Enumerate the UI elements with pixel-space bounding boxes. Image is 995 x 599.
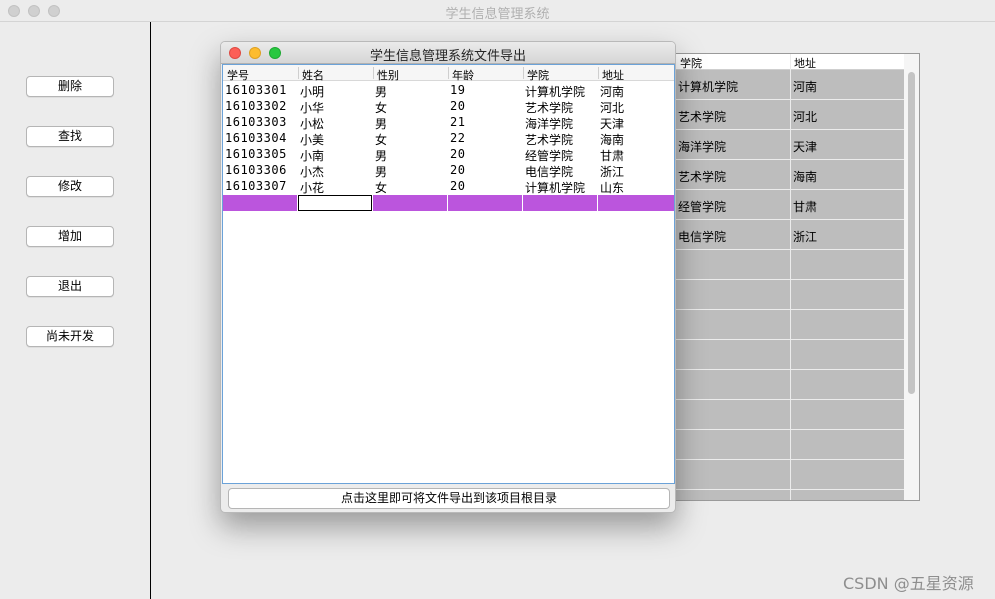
table-row[interactable]: 艺术学院 海南 — [672, 160, 904, 190]
table-row[interactable]: 16103307 小花 女 20 计算机学院 山东 — [223, 178, 674, 195]
selected-cell[interactable] — [448, 195, 522, 211]
add-button[interactable]: 增加 — [26, 226, 114, 247]
selected-cell[interactable] — [223, 195, 297, 211]
column-header[interactable]: 学号 — [227, 67, 249, 83]
table-row[interactable]: 16103306 小杰 男 20 电信学院 浙江 — [223, 162, 674, 179]
empty-row[interactable] — [672, 310, 904, 340]
divider — [150, 22, 151, 599]
background-table-header: 学院 地址 — [672, 54, 904, 70]
scrollbar-thumb[interactable] — [908, 72, 915, 394]
watermark: CSDN @五星资源 — [843, 574, 974, 593]
table-row[interactable]: 计算机学院 河南 — [672, 70, 904, 100]
column-divider — [790, 54, 791, 500]
export-table: 学号 姓名 性别 年龄 学院 地址 16103301 小明 男 19 计算机学院… — [222, 64, 675, 484]
selected-cell[interactable] — [523, 195, 597, 211]
empty-row[interactable] — [672, 370, 904, 400]
column-header[interactable]: 姓名 — [302, 67, 324, 83]
empty-row[interactable] — [672, 490, 904, 500]
table-row[interactable]: 电信学院 浙江 — [672, 220, 904, 250]
empty-row[interactable] — [672, 400, 904, 430]
selected-cell[interactable] — [373, 195, 447, 211]
empty-row[interactable] — [672, 460, 904, 490]
dialog-title: 学生信息管理系统文件导出 — [369, 49, 526, 64]
undeveloped-button[interactable]: 尚未开发 — [26, 326, 114, 347]
column-header[interactable]: 性别 — [377, 67, 399, 83]
column-header[interactable]: 年龄 — [452, 67, 474, 83]
export-dialog: 学生信息管理系统文件导出 学号 姓名 性别 年龄 学院 地址 16103301 … — [220, 41, 676, 513]
column-header[interactable]: 地址 — [794, 55, 816, 71]
empty-row[interactable] — [672, 280, 904, 310]
dialog-titlebar: 学生信息管理系统文件导出 — [221, 42, 675, 64]
table-row[interactable]: 16103303 小松 男 21 海洋学院 天津 — [223, 114, 674, 131]
table-row[interactable]: 16103305 小南 男 20 经管学院 甘肃 — [223, 146, 674, 163]
delete-button[interactable]: 删除 — [26, 76, 114, 97]
column-header[interactable]: 地址 — [602, 67, 624, 83]
table-row[interactable]: 16103302 小华 女 20 艺术学院 河北 — [223, 98, 674, 115]
modify-button[interactable]: 修改 — [26, 176, 114, 197]
column-header[interactable]: 学院 — [680, 55, 702, 71]
export-button[interactable]: 点击这里即可将文件导出到该项目根目录 — [228, 488, 670, 509]
column-header[interactable]: 学院 — [527, 67, 549, 83]
table-row[interactable]: 16103304 小美 女 22 艺术学院 海南 — [223, 130, 674, 147]
main-window-title: 学生信息管理系统 — [445, 7, 550, 22]
search-button[interactable]: 查找 — [26, 126, 114, 147]
empty-row[interactable] — [672, 430, 904, 460]
table-row[interactable]: 艺术学院 河北 — [672, 100, 904, 130]
main-titlebar: 学生信息管理系统 — [0, 0, 995, 22]
cell-editor-input[interactable] — [298, 195, 372, 211]
table-row[interactable]: 16103301 小明 男 19 计算机学院 河南 — [223, 82, 674, 99]
selected-row[interactable] — [223, 195, 674, 211]
background-table-body: 计算机学院 河南 艺术学院 河北 海洋学院 天津 艺术学院 海南 经管学院 甘肃 电信学院… — [672, 70, 904, 500]
table-row[interactable]: 经管学院 甘肃 — [672, 190, 904, 220]
empty-row[interactable] — [672, 250, 904, 280]
selected-cell[interactable] — [598, 195, 674, 211]
table-row[interactable]: 海洋学院 天津 — [672, 130, 904, 160]
export-table-header: 学号 姓名 性别 年龄 学院 地址 — [223, 65, 674, 83]
exit-button[interactable]: 退出 — [26, 276, 114, 297]
background-table: 学院 地址 计算机学院 河南 艺术学院 河北 海洋学院 天津 艺术学院 海南 经管学院甘… — [671, 53, 920, 501]
empty-row[interactable] — [672, 340, 904, 370]
